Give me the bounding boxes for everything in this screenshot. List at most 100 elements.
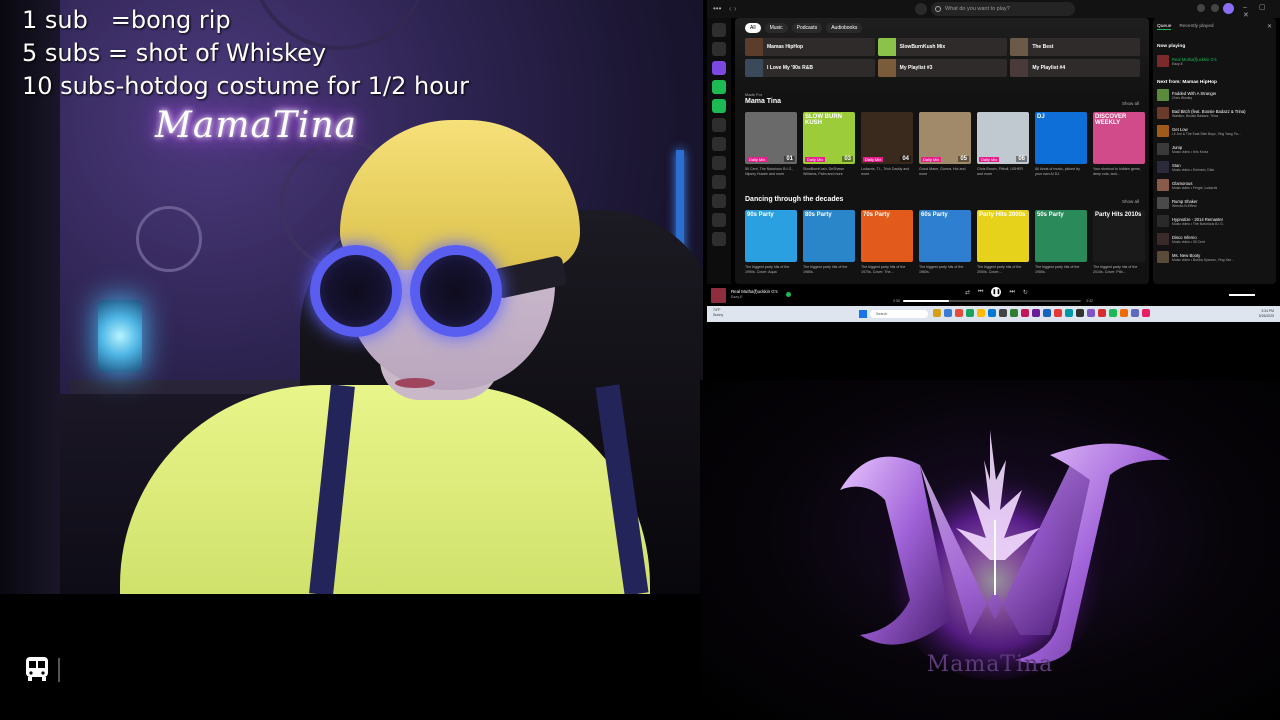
glowing-lamp (98, 300, 142, 372)
queue-item[interactable]: Ms. New Booty Music video • Bubba Sparxxx… (1157, 250, 1272, 264)
windows-start-icon[interactable] (859, 310, 867, 318)
playlist-card[interactable]: 90s Party The biggest party hits of the 1… (745, 210, 797, 274)
taskbar-app-icon[interactable] (1109, 309, 1117, 317)
queue-item[interactable]: Rump Shaker Wreckx-N-Effect (1157, 196, 1272, 210)
progress-bar[interactable] (903, 300, 1081, 302)
queue-item[interactable]: Disco Inferno Music video • 50 Cent (1157, 232, 1272, 246)
taskbar-app-icon[interactable] (955, 309, 963, 317)
section-title-decades[interactable]: Dancing through the decades (745, 196, 843, 203)
taskbar-app-icon[interactable] (1120, 309, 1128, 317)
track-artist: Wreckx-N-Effect (1172, 203, 1197, 208)
playlist-card[interactable]: Party Hits 2000s The biggest party hits o… (977, 210, 1029, 274)
sidebar-playlist-6[interactable] (712, 175, 726, 189)
playlist-card[interactable]: 50s Party The biggest party hits of the 1… (1035, 210, 1087, 274)
taskbar-search[interactable]: Search (870, 310, 928, 318)
quick-access-item[interactable]: I Love My '90s R&B (745, 59, 875, 77)
taskbar-app-icon[interactable] (1043, 309, 1051, 317)
menu-dots-icon[interactable]: ••• (713, 4, 721, 13)
quick-access-item[interactable]: My Playlist #3 (877, 59, 1008, 77)
previous-icon[interactable]: ⏮ (978, 289, 983, 296)
taskbar-app-icon[interactable] (977, 309, 985, 317)
taskbar-app-icon[interactable] (1021, 309, 1029, 317)
taskbar-app-icon[interactable] (999, 309, 1007, 317)
chip-all[interactable]: All (745, 23, 761, 33)
sidebar-playlist-9[interactable] (712, 232, 726, 246)
player-track[interactable]: Real Mutha(f)uckkin G's (731, 289, 778, 294)
taskbar-app-icon[interactable] (1032, 309, 1040, 317)
chip-music[interactable]: Music (764, 23, 788, 33)
queue-item[interactable]: Bad Bitch (feat. Boosie Badazz & Trina) W… (1157, 106, 1272, 120)
taskbar-app-icon[interactable] (1142, 309, 1150, 317)
taskbar-app-icon[interactable] (1098, 309, 1106, 317)
playlist-card[interactable]: Daily Mix 05 Gucci Mane, Gunna, Hot and mo… (919, 112, 971, 176)
create-icon[interactable] (712, 42, 726, 56)
avatar[interactable] (1223, 3, 1234, 14)
playlist-card[interactable]: DJ All kinds of music, picked by your own… (1035, 112, 1087, 176)
taskbar-clock[interactable]: 3:34 PM 5/26/2025 (1259, 309, 1274, 319)
queue-item[interactable]: Jump Music video • Kris Kross (1157, 142, 1272, 156)
playlist-card[interactable]: 80s Party The biggest party hits of the 1… (803, 210, 855, 274)
playlist-card[interactable]: Daily Mix 01 50 Cent, The Notorious B.I.G.… (745, 112, 797, 176)
back-forward-icon[interactable]: ‹ › (729, 4, 737, 13)
window-controls-icon[interactable]: – ▢ ✕ (1243, 3, 1280, 19)
taskbar-app-icon[interactable] (1076, 309, 1084, 317)
quick-access-item[interactable]: The Best (1010, 38, 1140, 56)
queue-item[interactable]: Get Low Lil Jon & The East Side Boyz, Yin… (1157, 124, 1272, 138)
volume-slider[interactable] (1229, 294, 1255, 296)
section-title-made-for[interactable]: Mama Tina (745, 98, 781, 105)
chip-podcasts[interactable]: Podcasts (791, 23, 823, 33)
playlist-card[interactable]: SLOW BURN KUSH Daily Mix 03 SlowBurnKush, D… (803, 112, 855, 176)
playlist-card[interactable]: Daily Mix 06 Chris Brown, Pitbull, USHER a… (977, 112, 1029, 176)
taskbar-app-icon[interactable] (1087, 309, 1095, 317)
queue-now-playing[interactable]: Real Mutha(f)uckkin G's Eazy-E (1157, 54, 1272, 68)
sidebar-playlist-2[interactable] (712, 99, 726, 113)
library-icon[interactable] (712, 23, 726, 37)
tab-queue[interactable]: Queue (1157, 24, 1172, 30)
search-input[interactable]: What do you want to play? (931, 2, 1075, 16)
taskbar-app-icon[interactable] (1054, 309, 1062, 317)
player-artist[interactable]: Eazy-E (731, 295, 743, 299)
playlist-card[interactable]: 70s Party The biggest party hits of the 1… (861, 210, 913, 274)
taskbar-app-icon[interactable] (1010, 309, 1018, 317)
queue-item[interactable]: Fadded With A Stranger Chris Wooley (1157, 88, 1272, 102)
playlist-card[interactable]: Daily Mix 04 Ludacris, T.I., Trick Daddy a… (861, 112, 913, 176)
sidebar-playlist-3[interactable] (712, 118, 726, 132)
next-icon[interactable]: ⏭ (1009, 289, 1014, 296)
chip-audiobooks[interactable]: Audiobooks (826, 23, 863, 33)
sidebar-playlist-7[interactable] (712, 194, 726, 208)
saved-check-icon[interactable] (786, 292, 791, 297)
queue-item[interactable]: Stan Music video • Eminem, Dido (1157, 160, 1272, 174)
pause-button[interactable]: ❚❚ (991, 287, 1002, 297)
taskbar-app-icon[interactable] (944, 309, 952, 317)
shuffle-icon[interactable]: ⇄ (965, 289, 970, 296)
sidebar-playlist-1[interactable] (712, 80, 726, 94)
queue-item[interactable]: Glamorous Music video • Fergie, Ludacris (1157, 178, 1272, 192)
friends-icon[interactable] (1211, 4, 1219, 12)
bell-icon[interactable] (1197, 4, 1205, 12)
taskbar-app-icon[interactable] (933, 309, 941, 317)
playlist-card[interactable]: 60s Party The biggest party hits of the 1… (919, 210, 971, 274)
queue-item[interactable]: Hypnotize - 2014 Remaster Music video • T… (1157, 214, 1272, 228)
sidebar-playlist-4[interactable] (712, 137, 726, 151)
sidebar-playlist-5[interactable] (712, 156, 726, 170)
playlist-card[interactable]: DISCOVER WEEKLY Your shortcut to hidden g… (1093, 112, 1145, 176)
playlist-card[interactable]: Party Hits 2010s The biggest party hits o… (1093, 210, 1145, 274)
quick-access-item[interactable]: Mamas HipHop (745, 38, 875, 56)
tab-recently-played[interactable]: Recently played (1179, 24, 1213, 30)
now-playing-art[interactable] (711, 288, 726, 303)
taskbar-app-icon[interactable] (988, 309, 996, 317)
taskbar-app-icon[interactable] (1065, 309, 1073, 317)
show-all-made-for[interactable]: Show all (1122, 101, 1139, 106)
card-description: The biggest party hits of the 2010s. Cov… (1093, 265, 1138, 274)
home-icon[interactable] (915, 3, 927, 15)
taskbar-app-icon[interactable] (1131, 309, 1139, 317)
sidebar-playlist-liked[interactable] (712, 61, 726, 75)
sidebar-playlist-8[interactable] (712, 213, 726, 227)
taskbar-app-icon[interactable] (966, 309, 974, 317)
quick-access-item[interactable]: SlowBurnKush Mix (877, 38, 1008, 56)
show-all-decades[interactable]: Show all (1122, 199, 1139, 204)
close-icon[interactable]: ✕ (1267, 23, 1272, 30)
weather-widget[interactable]: 74°F Sunny (713, 308, 723, 318)
repeat-icon[interactable]: ↻ (1023, 289, 1028, 296)
quick-access-item[interactable]: My Playlist #4 (1010, 59, 1140, 77)
